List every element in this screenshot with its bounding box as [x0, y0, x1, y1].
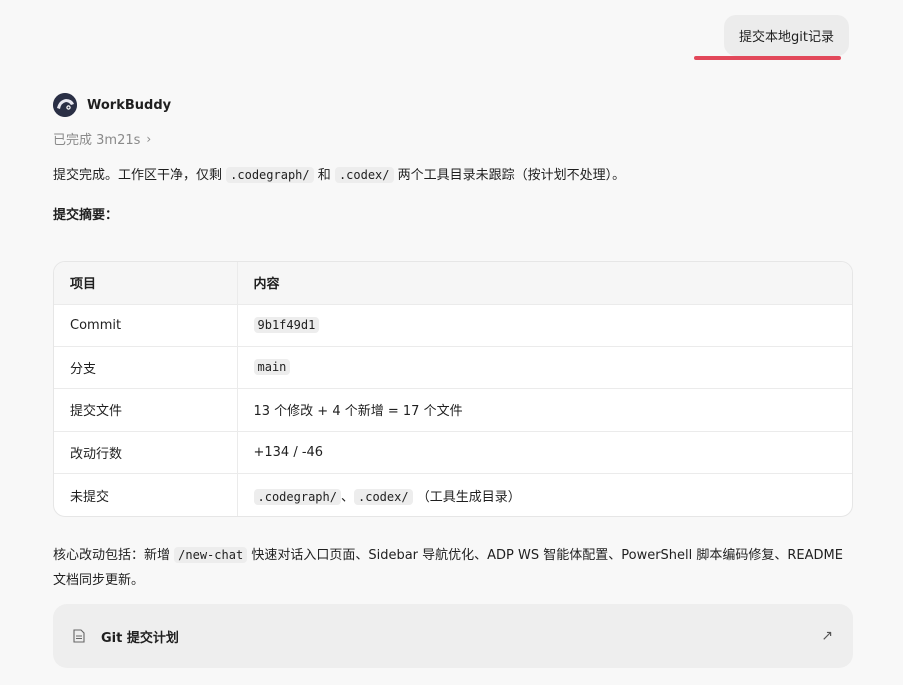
table-cell-key: 改动行数	[54, 431, 238, 475]
table-cell-key: 提交文件	[54, 388, 238, 432]
table-cell-key: 未提交	[54, 473, 238, 516]
core-text-1: 核心改动包括：新增	[53, 548, 171, 563]
table-cell-value: .codegraph/、 .codex/ （工具生成目录）	[237, 474, 852, 516]
intro-code-codegraph: .codegraph/	[226, 167, 314, 183]
branch-name: main	[253, 359, 291, 376]
user-message-underline	[694, 56, 841, 60]
untracked-codex: .codex/	[354, 488, 413, 505]
core-code-new-chat: /new-chat	[174, 547, 248, 563]
core-text-2: 快速对话入口页面、Sidebar 导航优化、ADP WS 智能体配置、Power…	[53, 548, 843, 588]
table-header-item: 项目	[54, 262, 238, 305]
commit-summary-table: 项目 内容 Commit 9b1f49d1 分支 main 提交文件 13 个修…	[53, 261, 853, 517]
table-row: 改动行数 +134 / -46	[54, 431, 852, 475]
table-cell-key: Commit	[54, 304, 238, 347]
table-header-row: 项目 内容	[54, 262, 852, 305]
completion-status-text: 已完成 3m21s	[53, 133, 141, 148]
table-cell-key: 分支	[54, 346, 238, 390]
untracked-note: （工具生成目录）	[416, 489, 521, 505]
assistant-header: WorkBuddy	[53, 93, 171, 117]
summary-title: 提交摘要：	[53, 208, 119, 223]
table-cell-value: +134 / -46	[237, 431, 852, 475]
table-header-content: 内容	[237, 262, 852, 305]
user-message-bubble: 提交本地git记录	[724, 15, 849, 56]
intro-code-codex: .codex/	[334, 167, 394, 183]
untracked-codegraph: .codegraph/	[253, 488, 341, 505]
table-cell-value: main	[237, 346, 852, 390]
git-commit-plan-card[interactable]: Git 提交计划 ↗	[53, 604, 853, 668]
plan-card-label: Git 提交计划	[101, 630, 179, 646]
intro-text-3: 两个工具目录未跟踪（按计划不处理）。	[397, 168, 626, 183]
table-row: 提交文件 13 个修改 + 4 个新增 = 17 个文件	[54, 388, 852, 432]
intro-text-1: 提交完成。工作区干净，仅剩	[53, 168, 223, 183]
table-row: Commit 9b1f49d1	[54, 304, 852, 347]
table-row: 分支 main	[54, 346, 852, 390]
assistant-name: WorkBuddy	[87, 97, 172, 113]
chevron-right-icon: ›	[146, 131, 152, 146]
core-changes-paragraph: 核心改动包括：新增 /new-chat 快速对话入口页面、Sidebar 导航优…	[53, 543, 843, 593]
intro-text-2: 和	[317, 168, 331, 183]
table-cell-value: 13 个修改 + 4 个新增 = 17 个文件	[237, 388, 852, 432]
separator: 、	[340, 489, 354, 505]
commit-hash: 9b1f49d1	[253, 316, 320, 333]
table-cell-value: 9b1f49d1	[237, 304, 852, 347]
assistant-avatar-icon	[53, 93, 77, 117]
intro-paragraph: 提交完成。工作区干净，仅剩 .codegraph/ 和 .codex/ 两个工具…	[53, 165, 863, 186]
document-icon	[73, 629, 85, 643]
completion-status-toggle[interactable]: 已完成 3m21s ›	[53, 129, 152, 149]
user-message-text: 提交本地git记录	[739, 30, 834, 45]
arrow-up-right-icon[interactable]: ↗	[821, 628, 833, 644]
table-row: 未提交 .codegraph/、 .codex/ （工具生成目录）	[54, 473, 852, 516]
